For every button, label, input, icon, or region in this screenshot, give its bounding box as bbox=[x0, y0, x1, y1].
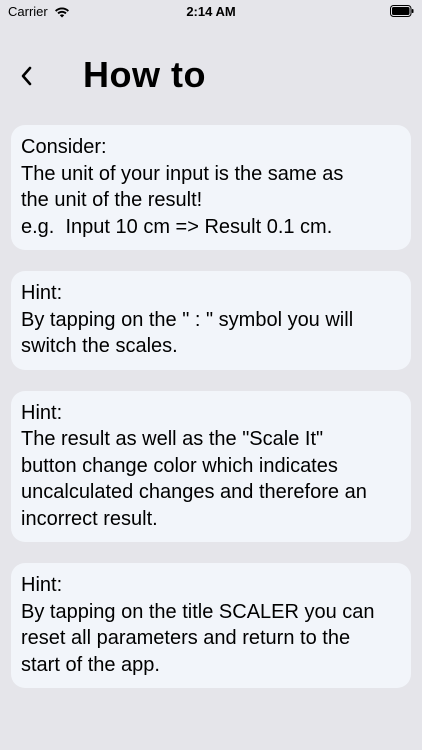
info-card-hint-reset: Hint: By tapping on the title SCALER you… bbox=[11, 563, 411, 688]
card-heading: Consider: bbox=[21, 136, 107, 158]
card-text: reset all parameters and return to the bbox=[21, 627, 351, 649]
battery-icon bbox=[390, 5, 414, 17]
card-text: the unit of the result! bbox=[21, 189, 203, 211]
back-button[interactable] bbox=[12, 62, 40, 90]
navigation-header: How to bbox=[0, 48, 422, 104]
card-text: incorrect result. bbox=[21, 507, 158, 530]
card-text: uncalculated changes and therefore an bbox=[21, 481, 367, 503]
info-card-hint-scales: Hint: By tapping on the " : " symbol you… bbox=[11, 271, 411, 370]
card-text: switch the scales. bbox=[21, 335, 178, 357]
info-cards: Consider: The unit of your input is the … bbox=[11, 125, 411, 709]
status-bar: Carrier 2:14 AM bbox=[0, 0, 422, 24]
card-text: e.g. Input 10 cm => Result 0.1 cm. bbox=[21, 215, 333, 238]
card-heading: Hint: bbox=[21, 574, 63, 596]
card-heading: Hint: bbox=[21, 282, 63, 304]
info-card-hint-color: Hint: The result as well as the "Scale I… bbox=[11, 390, 411, 542]
card-text: By tapping on the title SCALER you can bbox=[21, 600, 375, 623]
card-text: button change color which indicates bbox=[21, 454, 338, 477]
page-title: How to bbox=[83, 54, 206, 95]
card-heading: Hint: bbox=[21, 401, 63, 424]
chevron-left-icon bbox=[21, 66, 32, 86]
info-card-consider: Consider: The unit of your input is the … bbox=[11, 125, 411, 250]
card-text: The result as well as the "Scale It" bbox=[21, 428, 324, 450]
card-text: By tapping on the " : " symbol you will bbox=[21, 308, 354, 331]
card-text: start of the app. bbox=[21, 653, 160, 676]
card-text: The unit of your input is the same as bbox=[21, 162, 344, 185]
status-time: 2:14 AM bbox=[186, 4, 236, 19]
